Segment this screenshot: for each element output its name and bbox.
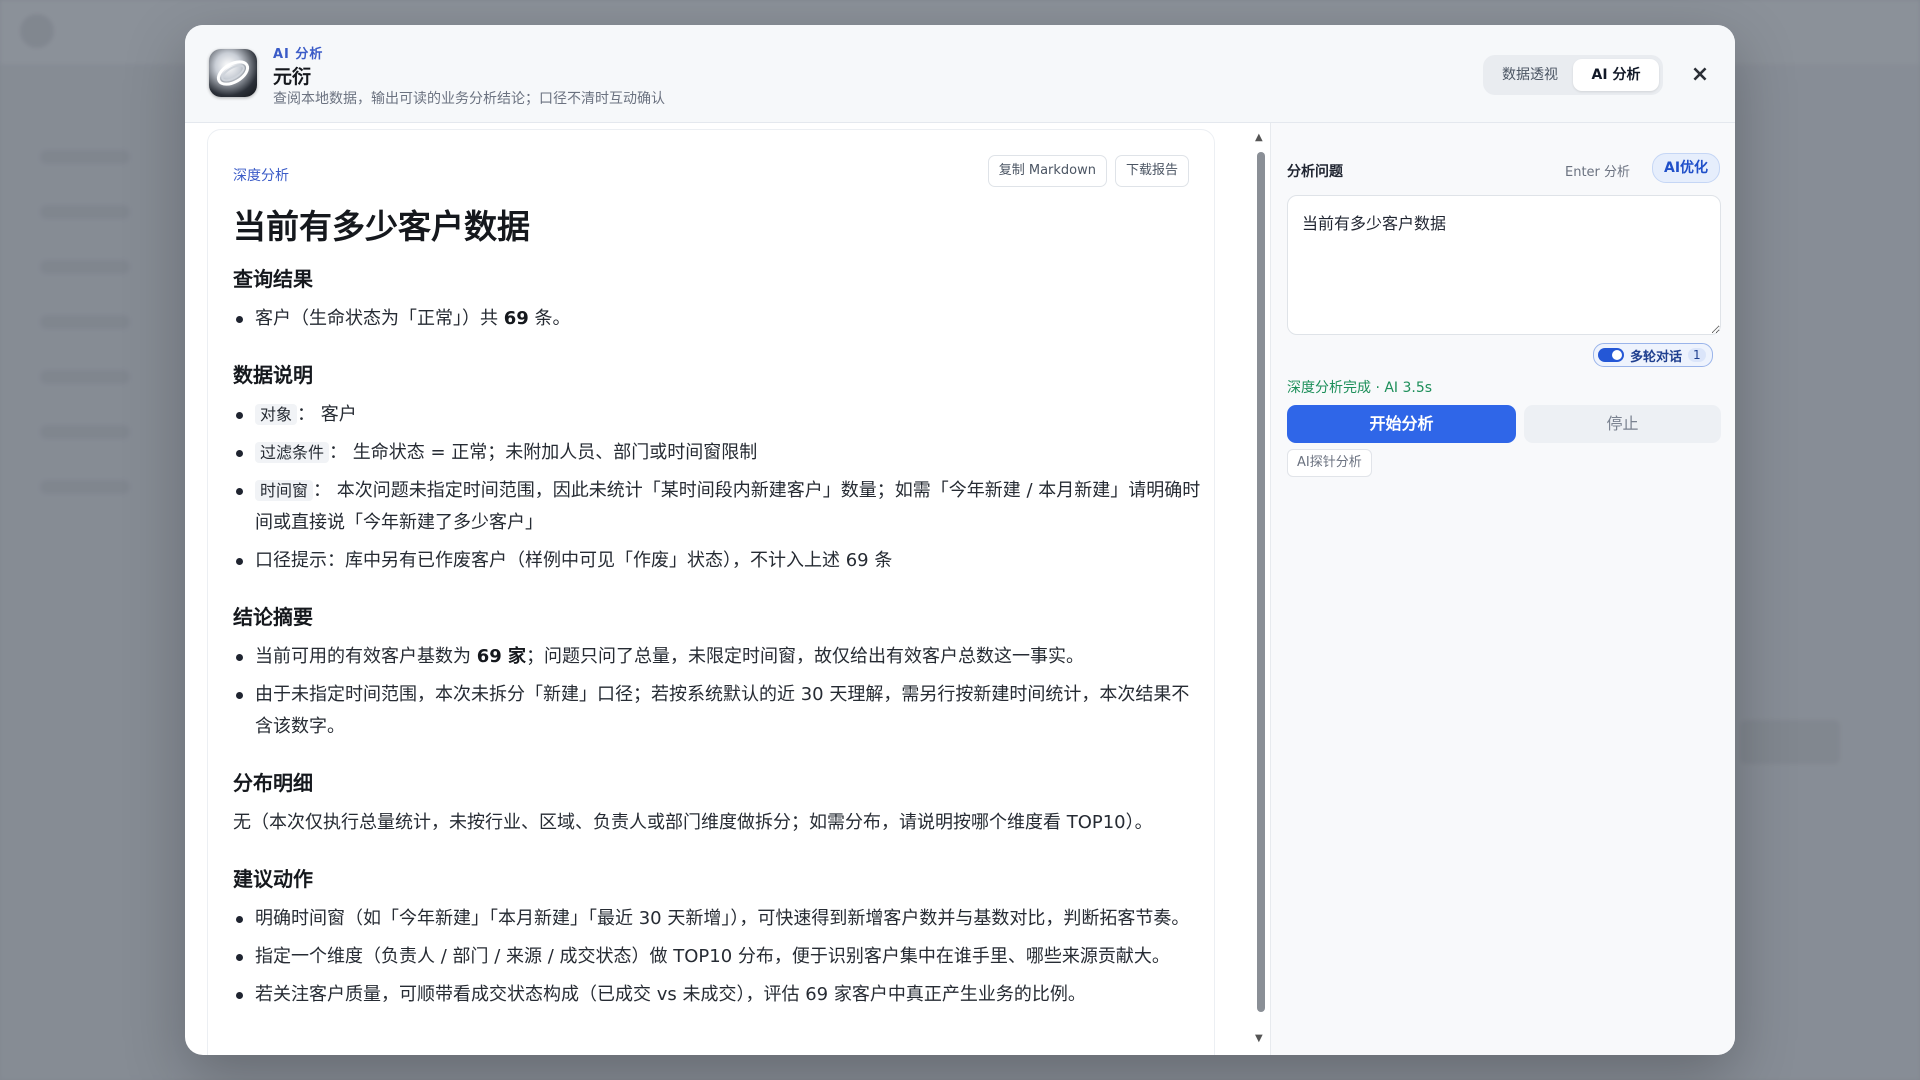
section-query-result: 查询结果 客户（生命状态为「正常」）共 69 条。	[233, 265, 1203, 335]
list-item: 当前可用的有效客户基数为 69 家；问题只问了总量，未限定时间窗，故仅给出有效客…	[233, 641, 1203, 673]
list-text: 条。	[528, 308, 571, 329]
mode-switch: 数据透视 AI 分析	[1483, 55, 1663, 95]
report-body: 查询结果 客户（生命状态为「正常」）共 69 条。 数据说明 对象： 客户 过滤…	[233, 265, 1203, 1037]
section-actions: 建议动作 明确时间窗（如「今年新建」「本月新建」「最近 30 天新增」），可快速…	[233, 865, 1203, 1011]
section-summary: 结论摘要 当前可用的有效客户基数为 69 家；问题只问了总量，未限定时间窗，故仅…	[233, 603, 1203, 743]
section-heading: 数据说明	[233, 363, 313, 387]
list-item: 明确时间窗（如「今年新建」「本月新建」「最近 30 天新增」），可快速得到新增客…	[233, 903, 1203, 935]
close-icon[interactable]: ×	[1685, 60, 1715, 90]
stop-button[interactable]: 停止	[1524, 405, 1721, 443]
ai-optimize-button[interactable]: AI优化	[1652, 153, 1721, 183]
question-input[interactable]: 当前有多少客户数据	[1287, 195, 1721, 335]
scrollbar-thumb[interactable]	[1257, 152, 1265, 1012]
copy-markdown-button[interactable]: 复制 Markdown	[987, 155, 1107, 187]
section-data-notes: 数据说明 对象： 客户 过滤条件： 生命状态 = 正常；未附加人员、部门或时间窗…	[233, 361, 1203, 577]
ai-probe-analysis-button[interactable]: AI探针分析	[1287, 449, 1372, 477]
list-item: 指定一个维度（负责人 / 部门 / 来源 / 成交状态）做 TOP10 分布，便…	[233, 941, 1203, 973]
paragraph: 无（本次仅执行总量统计，未按行业、区域、负责人或部门维度做拆分；如需分布，请说明…	[233, 812, 1153, 833]
list-item: 对象： 客户	[233, 399, 1203, 431]
download-report-button[interactable]: 下载报告	[1114, 155, 1189, 187]
analysis-status: 深度分析完成 · AI 3.5s	[1287, 380, 1433, 396]
question-label: 分析问题	[1287, 164, 1343, 180]
tab-data-pivot[interactable]: 数据透视	[1487, 59, 1573, 91]
list-item: 若关注客户质量，可顺带看成交状态构成（已成交 vs 未成交），评估 69 家客户…	[233, 979, 1203, 1011]
toggle-switch-icon[interactable]	[1598, 348, 1624, 362]
list-item: 时间窗： 本次问题未指定时间范围，因此未统计「某时间段内新建客户」数量；如需「今…	[233, 475, 1203, 539]
dialog-header: AI 分析 元衍 查阅本地数据，输出可读的业务分析结论；口径不清时互动确认 数据…	[185, 25, 1735, 123]
scroll-down-icon[interactable]: ▼	[1255, 1033, 1263, 1044]
highlight-count: 69 家	[476, 646, 527, 667]
app-logo	[209, 49, 257, 97]
inline-code: 对象	[255, 404, 298, 425]
list-item: 口径提示：库中另有已作废客户（样例中可见「作废」状态），不计入上述 69 条	[233, 545, 1203, 577]
question-panel: 分析问题 Enter 分析 AI优化 当前有多少客户数据 多轮对话 1 深度分析…	[1270, 123, 1735, 1055]
list-item: 客户（生命状态为「正常」）共 69 条。	[233, 303, 1203, 335]
list-text: ： 客户	[297, 404, 357, 425]
inline-code: 过滤条件	[255, 442, 330, 463]
list-text: ；问题只问了总量，未限定时间窗，故仅给出有效客户总数这一事实。	[526, 646, 1085, 667]
report-tag: 深度分析	[233, 168, 289, 184]
list-text: 客户（生命状态为「正常」）共	[255, 308, 504, 329]
ai-analysis-dialog: AI 分析 元衍 查阅本地数据，输出可读的业务分析结论；口径不清时互动确认 数据…	[185, 25, 1735, 1055]
highlight-count: 69	[503, 308, 529, 329]
multi-turn-label: 多轮对话	[1630, 349, 1683, 365]
tab-ai-analysis[interactable]: AI 分析	[1573, 59, 1659, 91]
report-panel: 深度分析 复制 Markdown 下载报告 当前有多少客户数据 查询结果 客户（…	[207, 129, 1215, 1055]
list-item: 过滤条件： 生命状态 = 正常；未附加人员、部门或时间窗限制	[233, 437, 1203, 469]
list-item: 由于未指定时间范围，本次未拆分「新建」口径；若按系统默认的近 30 天理解，需另…	[233, 679, 1203, 743]
list-text: ： 生命状态 = 正常；未附加人员、部门或时间窗限制	[329, 442, 758, 463]
start-analysis-button[interactable]: 开始分析	[1287, 405, 1516, 443]
turn-count-badge: 1	[1688, 348, 1706, 362]
dialog-tag: AI 分析	[273, 47, 324, 62]
multi-turn-toggle[interactable]: 多轮对话 1	[1593, 343, 1713, 367]
section-heading: 结论摘要	[233, 605, 313, 629]
dialog-subtitle: 查阅本地数据，输出可读的业务分析结论；口径不清时互动确认	[273, 91, 665, 107]
report-title: 当前有多少客户数据	[233, 207, 530, 246]
enter-hint: Enter 分析	[1565, 165, 1631, 180]
scroll-up-icon[interactable]: ▲	[1255, 132, 1263, 143]
dialog-title: 元衍	[273, 66, 312, 88]
list-text: 当前可用的有效客户基数为	[255, 646, 477, 667]
section-heading: 分布明细	[233, 771, 313, 795]
report-actions: 复制 Markdown 下载报告	[987, 155, 1189, 187]
section-distribution: 分布明细 无（本次仅执行总量统计，未按行业、区域、负责人或部门维度做拆分；如需分…	[233, 769, 1203, 839]
section-heading: 查询结果	[233, 267, 313, 291]
inline-code: 时间窗	[255, 480, 314, 501]
section-heading: 建议动作	[233, 867, 313, 891]
list-text: ： 本次问题未指定时间范围，因此未统计「某时间段内新建客户」数量；如需「今年新建…	[255, 480, 1201, 533]
